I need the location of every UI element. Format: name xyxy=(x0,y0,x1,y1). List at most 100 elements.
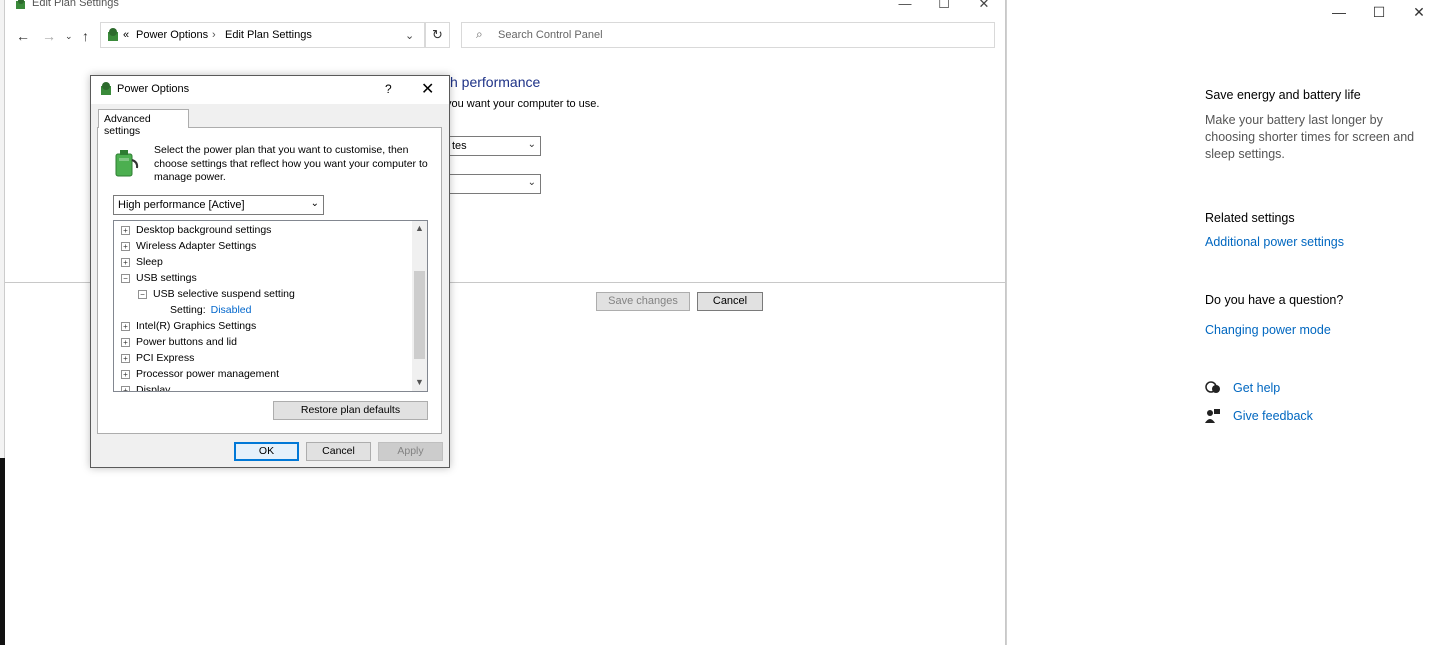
plan-select-value: High performance [Active] xyxy=(118,199,245,211)
tree-item-label: Wireless Adapter Settings xyxy=(136,240,257,252)
collapse-icon[interactable]: − xyxy=(138,289,147,299)
dialog-title: Power Options xyxy=(117,83,190,95)
tree-item-label: PCI Express xyxy=(136,352,195,364)
tree-item-label: Power buttons and lid xyxy=(136,336,237,348)
give-feedback-link[interactable]: Give feedback xyxy=(1233,409,1313,423)
expand-icon[interactable]: + xyxy=(121,369,130,379)
expand-icon[interactable]: + xyxy=(121,225,130,235)
plan-select[interactable]: High performance [Active] ⌄ xyxy=(113,195,324,215)
tree-item-label: USB selective suspend setting xyxy=(153,288,295,300)
expand-icon[interactable]: + xyxy=(121,385,130,391)
plan-subtitle: you want your computer to use. xyxy=(446,98,600,110)
tree-item-label: USB settings xyxy=(136,272,197,284)
apply-button[interactable]: Apply xyxy=(378,442,443,461)
save-energy-text: Make your battery last longer by choosin… xyxy=(1205,113,1415,161)
minimize-icon[interactable]: — xyxy=(896,0,914,11)
tree-item-setting: Setting: Disabled xyxy=(170,302,251,318)
dialog-titlebar: Power Options ? ✕ xyxy=(91,76,449,104)
help-button[interactable]: ? xyxy=(385,82,392,96)
give-feedback-row[interactable]: Give feedback xyxy=(1205,409,1425,423)
chevron-down-icon: ⌄ xyxy=(527,177,536,188)
changing-power-mode-link[interactable]: Changing power mode xyxy=(1205,323,1425,337)
chevron-down-icon: ⌄ xyxy=(310,198,319,209)
tree-item-usb-selective-suspend[interactable]: − USB selective suspend setting xyxy=(138,286,295,302)
expand-icon[interactable]: + xyxy=(121,353,130,363)
address-bar[interactable]: « Power Options › Edit Plan Settings ⌄ xyxy=(100,22,425,48)
maximize-icon[interactable]: ☐ xyxy=(935,0,953,12)
tree-item-power-buttons[interactable]: + Power buttons and lid xyxy=(121,334,237,350)
settings-sidebar: Save energy and battery life Make your b… xyxy=(1205,88,1425,437)
dialog-cancel-button[interactable]: Cancel xyxy=(306,442,371,461)
tree-item-label: Processor power management xyxy=(136,368,279,380)
power-options-dialog: Power Options ? ✕ Advanced settings Sele… xyxy=(90,75,450,468)
minimize-icon[interactable]: — xyxy=(1331,4,1347,20)
plan-title: h performance xyxy=(450,74,541,90)
advanced-settings-panel: Select the power plan that you want to c… xyxy=(97,127,442,434)
search-box[interactable]: ⌕ Search Control Panel xyxy=(461,22,995,48)
scroll-down-icon[interactable]: ▼ xyxy=(415,377,424,387)
navigation-bar: ← → ⌄ ↑ « Power Options › Edit Plan Sett… xyxy=(5,20,1006,52)
expand-icon[interactable]: + xyxy=(121,257,130,267)
additional-power-settings-link[interactable]: Additional power settings xyxy=(1205,235,1425,249)
tree-item-label: Desktop background settings xyxy=(136,224,272,236)
forward-arrow-icon[interactable]: → xyxy=(42,28,56,44)
tree-scrollbar[interactable]: ▲ ▼ xyxy=(412,221,427,391)
tree-item-label: Display xyxy=(136,384,171,392)
breadcrumb-prefix[interactable]: « xyxy=(123,29,129,41)
scrollbar-thumb[interactable] xyxy=(414,271,425,359)
power-options-icon xyxy=(14,0,28,13)
scroll-up-icon[interactable]: ▲ xyxy=(415,223,424,233)
tree-item-processor-power[interactable]: + Processor power management xyxy=(121,366,279,382)
chevron-down-icon: ⌄ xyxy=(527,139,536,150)
maximize-icon[interactable]: ☐ xyxy=(1371,4,1387,20)
save-changes-button[interactable]: Save changes xyxy=(596,292,690,311)
feedback-person-icon xyxy=(1205,409,1221,423)
setting-value-link[interactable]: Disabled xyxy=(211,304,252,316)
get-help-row[interactable]: Get help xyxy=(1205,381,1425,395)
tree-item-intel-graphics[interactable]: + Intel(R) Graphics Settings xyxy=(121,318,256,334)
tab-advanced-settings[interactable]: Advanced settings xyxy=(98,109,189,137)
titlebar: Edit Plan Settings — ☐ ✕ xyxy=(5,0,1006,14)
refresh-button[interactable]: ↻ xyxy=(425,22,450,48)
ok-button[interactable]: OK xyxy=(234,442,299,461)
expand-icon[interactable]: + xyxy=(121,321,130,331)
window-title: Edit Plan Settings xyxy=(32,0,119,9)
tree-item-sleep[interactable]: + Sleep xyxy=(121,254,163,270)
settings-tree[interactable]: + Desktop background settings + Wireless A… xyxy=(113,220,428,392)
breadcrumb-edit-plan-settings[interactable]: Edit Plan Settings xyxy=(225,29,312,41)
search-input[interactable]: Search Control Panel xyxy=(498,29,603,41)
cancel-button[interactable]: Cancel xyxy=(697,292,763,311)
close-icon[interactable]: ✕ xyxy=(1411,4,1427,20)
chat-help-icon xyxy=(1205,381,1221,395)
dialog-description: Select the power plan that you want to c… xyxy=(154,144,428,183)
close-icon[interactable]: ✕ xyxy=(421,79,434,99)
control-panel-icon xyxy=(105,27,121,46)
collapse-icon[interactable]: − xyxy=(121,273,130,283)
restore-plan-defaults-button[interactable]: Restore plan defaults xyxy=(273,401,428,420)
turn-off-display-select[interactable]: tes ⌄ xyxy=(441,136,541,156)
settings-window: — ☐ ✕ Save energy and battery life Make … xyxy=(1006,0,1439,645)
tree-item-pci-express[interactable]: + PCI Express xyxy=(121,350,194,366)
get-help-link[interactable]: Get help xyxy=(1233,381,1280,395)
tree-item-wireless-adapter[interactable]: + Wireless Adapter Settings xyxy=(121,238,256,254)
setting-label: Setting: xyxy=(170,304,206,316)
tree-item-usb-settings[interactable]: − USB settings xyxy=(121,270,197,286)
sleep-select[interactable]: ⌄ xyxy=(441,174,541,194)
related-settings-heading: Related settings xyxy=(1205,211,1295,225)
close-icon[interactable]: ✕ xyxy=(975,0,993,12)
expand-icon[interactable]: + xyxy=(121,241,130,251)
up-arrow-icon[interactable]: ↑ xyxy=(82,28,89,44)
expand-icon[interactable]: + xyxy=(121,337,130,347)
breadcrumb-separator-icon: › xyxy=(212,29,216,41)
search-icon: ⌕ xyxy=(476,27,483,41)
tree-item-desktop-background[interactable]: + Desktop background settings xyxy=(121,222,271,238)
tree-item-label: Intel(R) Graphics Settings xyxy=(136,320,257,332)
back-arrow-icon[interactable]: ← xyxy=(16,28,30,44)
tree-item-display[interactable]: + Display xyxy=(121,382,171,392)
battery-plug-icon xyxy=(110,146,140,181)
breadcrumb-power-options[interactable]: Power Options xyxy=(136,29,208,41)
power-options-icon xyxy=(98,81,114,100)
address-dropdown-icon[interactable]: ⌄ xyxy=(405,29,414,42)
question-heading: Do you have a question? xyxy=(1205,293,1344,307)
recent-chevron-icon[interactable]: ⌄ xyxy=(65,31,73,42)
